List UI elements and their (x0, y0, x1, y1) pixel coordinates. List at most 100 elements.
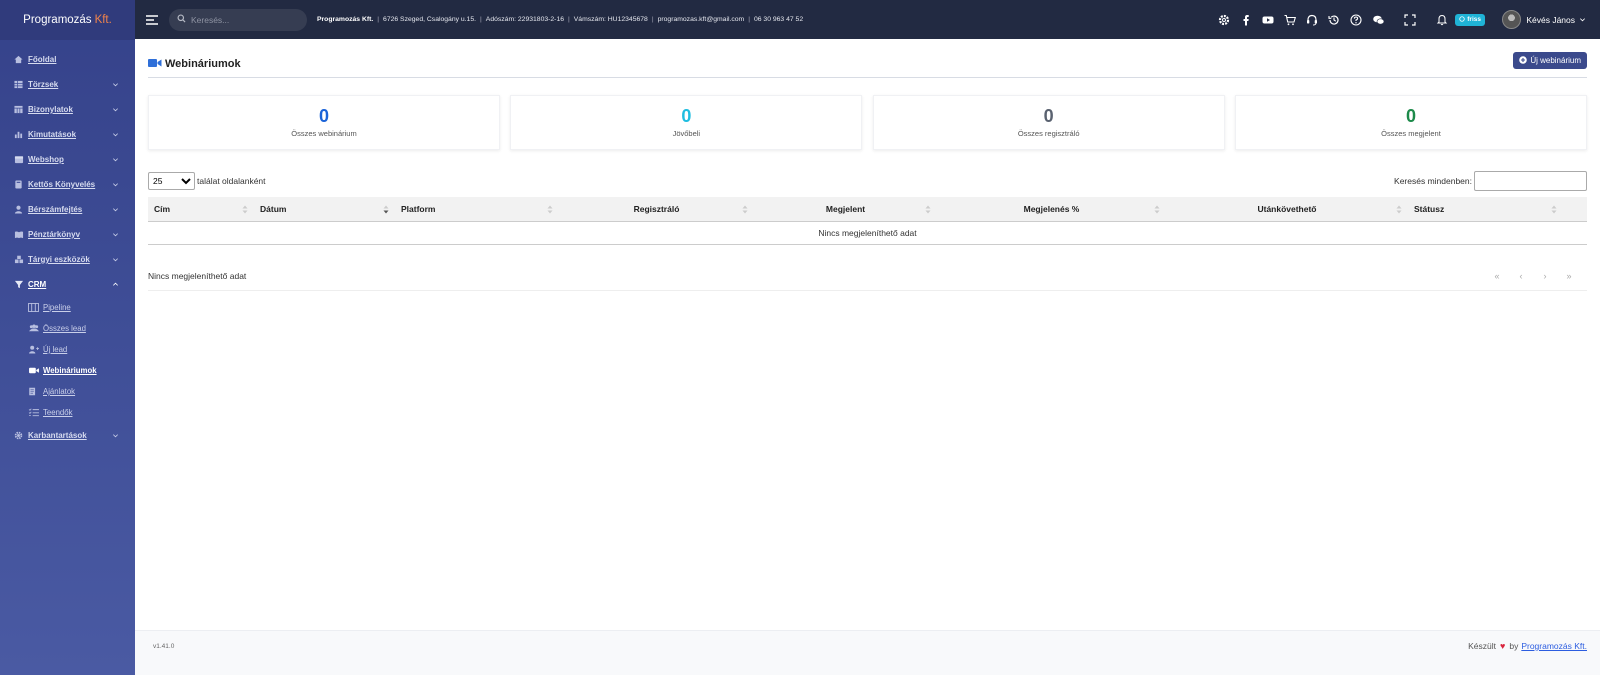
funnel-icon (13, 280, 24, 289)
sidebar-subitem-osszes-lead[interactable]: Összes lead (0, 318, 135, 339)
help-question-icon[interactable] (1345, 0, 1367, 39)
sidebar-subitem-teendok[interactable]: Teendők (0, 402, 135, 423)
version-label: v1.41.0 (153, 643, 175, 650)
column-header-megjelent[interactable]: Megjelent (754, 197, 937, 222)
sidebar-item-kimutatasok[interactable]: Kimutatások (0, 122, 135, 147)
sidebar-item-torzsek[interactable]: Törzsek (0, 72, 135, 97)
pagination-prev[interactable]: ‹ (1509, 271, 1533, 281)
sidebar-item-kettos-konyveles[interactable]: Kettős Könyvelés (0, 172, 135, 197)
sidebar-item-penztarkonyv[interactable]: Pénztárkönyv (0, 222, 135, 247)
search-input[interactable] (191, 14, 301, 25)
new-webinar-label: Új webinárium (1530, 56, 1581, 65)
company-email: programozas.kft@gmail.com (657, 16, 745, 23)
sidebar-item-label: Kettős Könyvelés (28, 180, 96, 189)
refresh-icon (1459, 15, 1465, 24)
brand-logo[interactable]: Programozás Kft. (0, 0, 135, 40)
chevron-down-icon (112, 81, 120, 89)
user-menu[interactable]: Kévés János (1502, 0, 1586, 39)
sidebar-item-label: Pénztárkönyv (28, 230, 81, 239)
plus-circle-icon (1519, 55, 1530, 66)
main-content: Webináriumok Új webinárium 0 Összes webi… (135, 39, 1600, 675)
headset-support-icon[interactable] (1301, 0, 1323, 39)
fresh-badge[interactable]: friss (1455, 13, 1485, 26)
sidebar-item-fooldal[interactable]: Főoldal (0, 47, 135, 72)
settings-gear-icon[interactable] (1213, 0, 1235, 39)
stat-card-total: 0 Összes webinárium (148, 95, 500, 150)
company-link[interactable]: Programozás Kft. (1521, 641, 1587, 651)
table-info: Nincs megjeleníthető adat (148, 270, 247, 281)
stat-label: Összes regisztráló (1017, 129, 1080, 138)
sort-icon (1551, 205, 1557, 214)
users-icon (28, 324, 40, 333)
sidebar-subitem-webinariumok[interactable]: Webináriumok (0, 360, 135, 381)
grid-icon (13, 105, 24, 114)
table-search-input[interactable] (1474, 171, 1587, 191)
pagination-first[interactable]: « (1485, 271, 1509, 281)
user-plus-icon (28, 345, 40, 354)
sidebar-item-bizonylatok[interactable]: Bizonylatok (0, 97, 135, 122)
sidebar-item-label: Törzsek (28, 80, 59, 89)
sidebar-subitem-label: Összes lead (43, 324, 86, 333)
new-webinar-button[interactable]: Új webinárium (1513, 52, 1587, 69)
chevron-down-icon (112, 156, 120, 164)
chevron-down-icon (1579, 16, 1586, 23)
user-name: Kévés János (1526, 14, 1575, 25)
sidebar-item-label: Webshop (28, 155, 64, 164)
sidebar-item-webshop[interactable]: Webshop (0, 147, 135, 172)
sidebar-item-berszamfejtes[interactable]: Bérszámfejtés (0, 197, 135, 222)
hamburger-menu-icon[interactable] (145, 14, 159, 26)
column-header-platform[interactable]: Platform (395, 197, 559, 222)
column-header-statusz[interactable]: Státusz (1408, 197, 1587, 222)
table-footer: Nincs megjeleníthető adat « ‹ › » (148, 261, 1587, 291)
chevron-down-icon (112, 106, 120, 114)
shopping-cart-icon[interactable] (1279, 0, 1301, 39)
sidebar-subitem-label: Ajánlatok (43, 387, 76, 396)
sidebar-item-crm[interactable]: CRM (0, 272, 135, 297)
per-page-select[interactable]: 25 (148, 172, 195, 190)
home-icon (13, 55, 24, 64)
stat-value: 0 (318, 106, 329, 126)
bell-notifications-icon[interactable] (1431, 0, 1453, 39)
brand-suffix: Kft. (94, 14, 112, 26)
fresh-badge-label: friss (1467, 16, 1481, 23)
sidebar-item-karbantartasok[interactable]: Karbantartások (0, 423, 135, 448)
pagination-next[interactable]: › (1533, 271, 1557, 281)
crm-submenu: Pipeline Összes lead Új lead Webináriumo… (0, 297, 135, 423)
company-tax: Adószám: 22931803-2-16 (485, 16, 564, 23)
sidebar-subitem-pipeline[interactable]: Pipeline (0, 297, 135, 318)
sidebar-item-label: Karbantartások (28, 431, 87, 440)
empty-table-message: Nincs megjeleníthető adat (148, 221, 1587, 245)
column-header-megjelenes-szazalek[interactable]: Megjelenés % (937, 197, 1166, 222)
youtube-icon[interactable] (1257, 0, 1279, 39)
sort-icon (1154, 205, 1160, 214)
sidebar-subitem-uj-lead[interactable]: Új lead (0, 339, 135, 360)
table-icon (13, 80, 24, 89)
stat-label: Összes webinárium (291, 129, 357, 138)
page-header: Webináriumok Új webinárium (148, 51, 1587, 78)
per-page-label: találat oldalanként (197, 176, 266, 186)
table-search: Keresés mindenben: (1394, 171, 1587, 191)
video-icon (28, 366, 40, 375)
chat-comments-icon[interactable] (1367, 0, 1389, 39)
history-icon[interactable] (1323, 0, 1345, 39)
columns-icon (28, 303, 40, 312)
global-search (169, 8, 307, 31)
topbar-tools: friss (1213, 0, 1485, 39)
search-icon (177, 14, 186, 25)
chart-bar-icon (13, 130, 24, 139)
table-header-row: Cím Dátum Platform Regisztráló Megjelent… (148, 197, 1587, 222)
fullscreen-icon[interactable] (1399, 0, 1421, 39)
column-header-utankovetheto[interactable]: Utánkövethető (1166, 197, 1408, 222)
heart-icon: ♥ (1500, 641, 1506, 651)
sort-icon (925, 205, 931, 214)
sidebar-subitem-label: Új lead (43, 345, 68, 354)
chevron-down-icon (112, 131, 120, 139)
sidebar-subitem-ajanlatok[interactable]: Ajánlatok (0, 381, 135, 402)
column-header-cim[interactable]: Cím (148, 197, 254, 222)
chevron-down-icon (112, 432, 120, 440)
pagination-last[interactable]: » (1557, 271, 1581, 281)
facebook-icon[interactable] (1235, 0, 1257, 39)
column-header-regisztralo[interactable]: Regisztráló (559, 197, 754, 222)
sidebar-item-targyi-eszkozok[interactable]: Tárgyi eszközök (0, 247, 135, 272)
column-header-datum[interactable]: Dátum (254, 197, 395, 222)
